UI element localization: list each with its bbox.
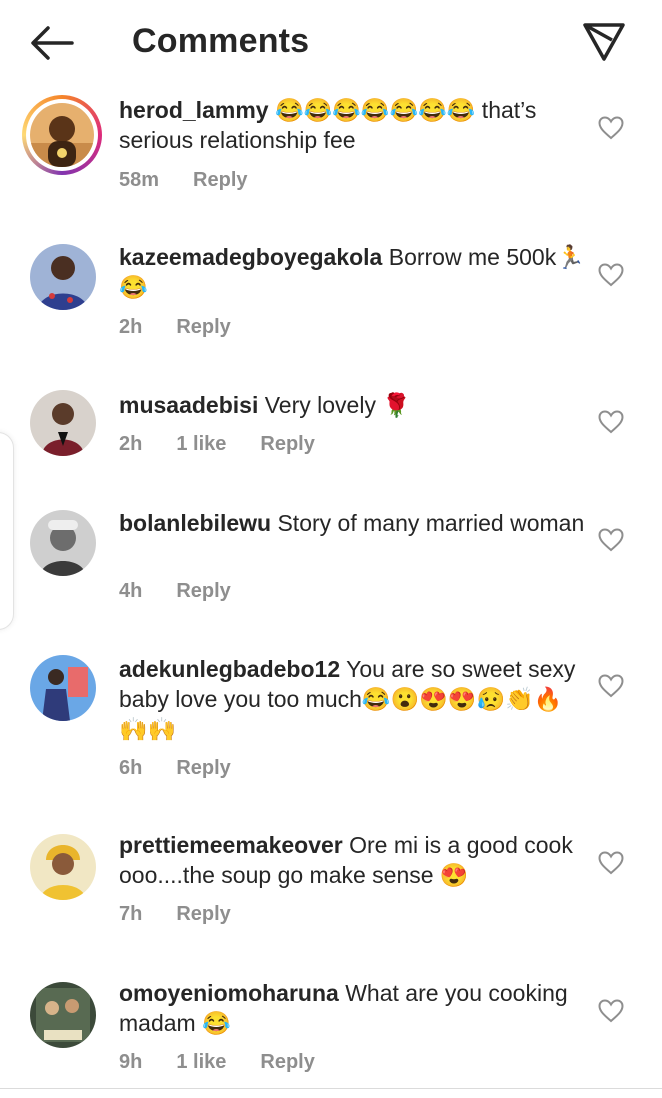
back-arrow-icon[interactable] bbox=[28, 22, 74, 64]
avatar[interactable] bbox=[30, 390, 96, 456]
comment-item: adekunlegbadebo12 You are so sweet sexy … bbox=[0, 653, 662, 793]
comment-body: kazeemadegboyegakola Borrow me 500k🏃😂 bbox=[119, 242, 589, 302]
like-heart-icon[interactable] bbox=[598, 851, 624, 875]
comment-username[interactable]: herod_lammy bbox=[119, 97, 269, 123]
comment-time: 6h bbox=[119, 757, 143, 779]
avatar[interactable] bbox=[30, 834, 96, 900]
comment-meta: 6h Reply bbox=[119, 757, 265, 780]
reply-button[interactable]: Reply bbox=[176, 316, 230, 338]
comment-time: 9h bbox=[119, 1051, 143, 1073]
like-heart-icon[interactable] bbox=[598, 528, 624, 552]
comment-time: 7h bbox=[119, 903, 143, 925]
comment-time: 4h bbox=[119, 580, 143, 602]
avatar[interactable] bbox=[30, 244, 96, 310]
comment-meta: 7h Reply bbox=[119, 903, 265, 926]
comment-time: 2h bbox=[119, 433, 143, 455]
reply-button[interactable]: Reply bbox=[176, 903, 230, 925]
comment-body: musaadebisi Very lovely 🌹 bbox=[119, 390, 589, 420]
avatar[interactable] bbox=[22, 95, 102, 175]
comment-item: prettiemeemakeover Ore mi is a good cook… bbox=[0, 830, 662, 940]
reply-button[interactable]: Reply bbox=[176, 757, 230, 779]
avatar[interactable] bbox=[30, 982, 96, 1048]
like-heart-icon[interactable] bbox=[598, 263, 624, 287]
comment-username[interactable]: bolanlebilewu bbox=[119, 510, 271, 536]
comment-text: Very lovely 🌹 bbox=[264, 392, 411, 418]
comment-body: bolanlebilewu Story of many married woma… bbox=[119, 508, 589, 538]
comment-meta: 9h 1 like Reply bbox=[119, 1051, 349, 1074]
comment-item: omoyeniomoharuna What are you cooking ma… bbox=[0, 978, 662, 1086]
comment-username[interactable]: prettiemeemakeover bbox=[119, 832, 343, 858]
comment-username[interactable]: musaadebisi bbox=[119, 392, 258, 418]
comment-body: herod_lammy 😂😂😂😂😂😂😂 that’s serious relat… bbox=[119, 95, 589, 155]
comment-meta: 58m Reply bbox=[119, 169, 282, 192]
reply-button[interactable]: Reply bbox=[260, 433, 314, 455]
avatar[interactable] bbox=[30, 655, 96, 721]
comment-meta: 2h Reply bbox=[119, 316, 265, 339]
edge-panel-handle[interactable] bbox=[0, 432, 14, 630]
direct-send-icon[interactable] bbox=[582, 22, 626, 62]
reply-button[interactable]: Reply bbox=[260, 1051, 314, 1073]
comment-meta: 2h 1 like Reply bbox=[119, 433, 349, 456]
reply-button[interactable]: Reply bbox=[176, 580, 230, 602]
like-heart-icon[interactable] bbox=[598, 410, 624, 434]
comment-username[interactable]: adekunlegbadebo12 bbox=[119, 656, 340, 682]
like-heart-icon[interactable] bbox=[598, 674, 624, 698]
comment-body: adekunlegbadebo12 You are so sweet sexy … bbox=[119, 654, 589, 744]
comment-username[interactable]: omoyeniomoharuna bbox=[119, 980, 339, 1006]
comment-body: prettiemeemakeover Ore mi is a good cook… bbox=[119, 830, 589, 890]
comment-item: bolanlebilewu Story of many married woma… bbox=[0, 506, 662, 616]
page-title: Comments bbox=[132, 22, 310, 60]
comment-text: Story of many married woman bbox=[277, 510, 585, 536]
header-bar: Comments bbox=[0, 0, 662, 86]
divider bbox=[0, 1088, 662, 1089]
comment-time: 2h bbox=[119, 316, 143, 338]
comment-item: herod_lammy 😂😂😂😂😂😂😂 that’s serious relat… bbox=[0, 92, 662, 202]
comment-meta: 4h Reply bbox=[119, 580, 265, 603]
comment-item: kazeemadegboyegakola Borrow me 500k🏃😂 2h… bbox=[0, 240, 662, 350]
like-count[interactable]: 1 like bbox=[176, 433, 226, 455]
comment-item: musaadebisi Very lovely 🌹 2h 1 like Reply bbox=[0, 388, 662, 468]
reply-button[interactable]: Reply bbox=[193, 169, 247, 191]
like-heart-icon[interactable] bbox=[598, 116, 624, 140]
comment-body: omoyeniomoharuna What are you cooking ma… bbox=[119, 978, 589, 1038]
like-count[interactable]: 1 like bbox=[176, 1051, 226, 1073]
comment-username[interactable]: kazeemadegboyegakola bbox=[119, 244, 382, 270]
like-heart-icon[interactable] bbox=[598, 999, 624, 1023]
comment-time: 58m bbox=[119, 169, 160, 191]
avatar[interactable] bbox=[30, 510, 96, 576]
